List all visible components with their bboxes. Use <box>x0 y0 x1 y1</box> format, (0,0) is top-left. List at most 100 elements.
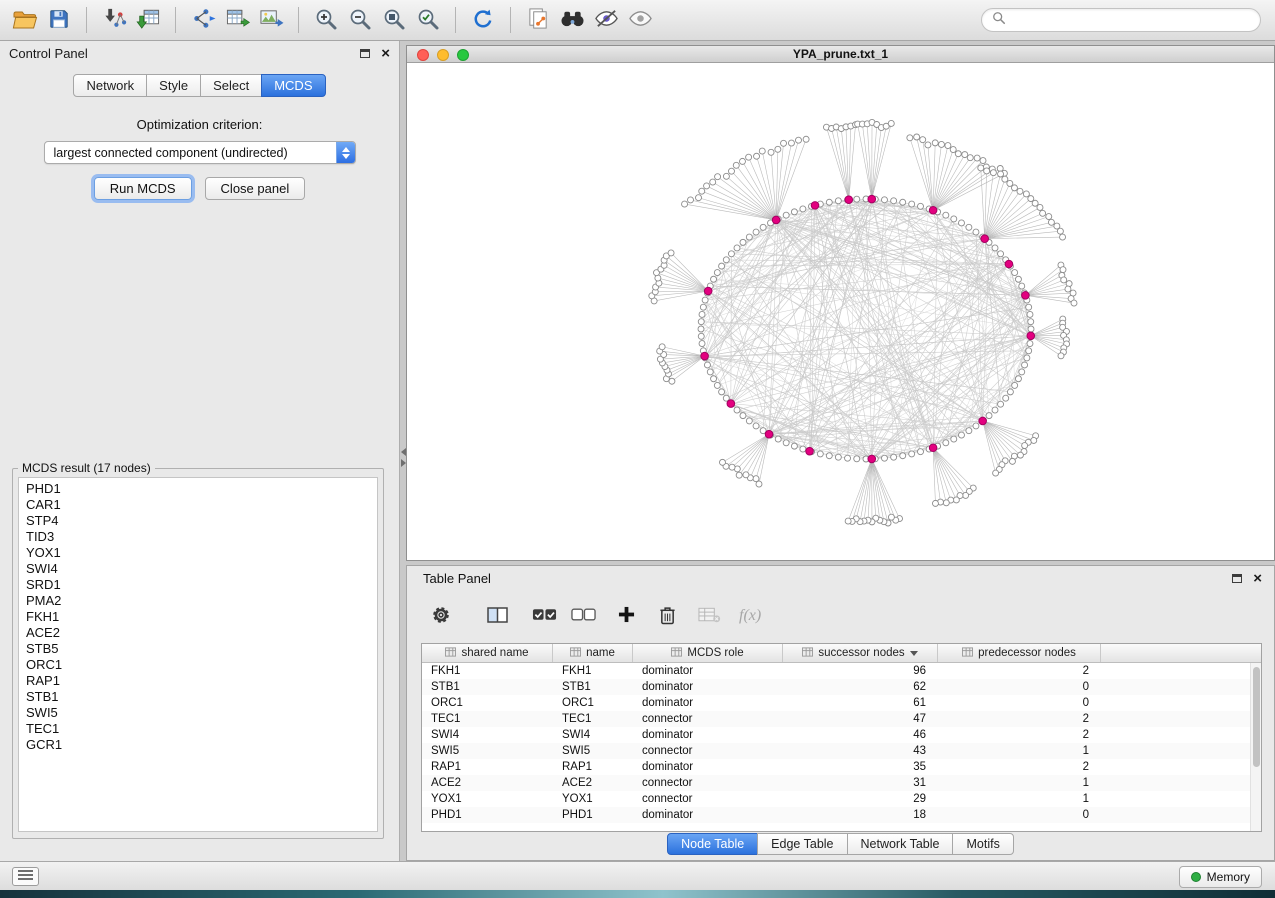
window-close-icon[interactable] <box>417 49 429 61</box>
table-tab-node-table[interactable]: Node Table <box>667 833 758 855</box>
mcds-result-item[interactable]: SRD1 <box>26 577 377 593</box>
memory-button[interactable]: Memory <box>1179 866 1262 888</box>
mcds-result-item[interactable]: YOX1 <box>26 545 377 561</box>
add-column-button[interactable] <box>614 602 639 630</box>
mcds-result-item[interactable]: ACE2 <box>26 625 377 641</box>
cell-shared_name: FKH1 <box>422 663 553 679</box>
table-row[interactable]: YOX1YOX1connector291 <box>422 791 1250 807</box>
save-button[interactable] <box>42 5 76 35</box>
table-row[interactable]: ORC1ORC1dominator610 <box>422 695 1250 711</box>
zoom-fit-icon <box>382 7 406 34</box>
criterion-dropdown[interactable]: largest connected component (undirected) <box>44 141 356 164</box>
zoom-selected-button[interactable] <box>411 5 445 35</box>
table-row[interactable]: FKH1FKH1dominator962 <box>422 663 1250 679</box>
mcds-result-item[interactable]: PMA2 <box>26 593 377 609</box>
window-zoom-icon[interactable] <box>457 49 469 61</box>
column-header-successors[interactable]: successor nodes <box>783 644 938 662</box>
search-input[interactable] <box>1012 12 1250 28</box>
open-file-button[interactable] <box>8 5 42 35</box>
cell-role: connector <box>633 711 783 727</box>
column-header-predecessors[interactable]: predecessor nodes <box>938 644 1101 662</box>
mcds-result-item[interactable]: TID3 <box>26 529 377 545</box>
float-table-panel-icon[interactable] <box>1232 574 1242 583</box>
table-settings-button[interactable] <box>427 601 455 632</box>
column-header-role[interactable]: MCDS role <box>633 644 783 662</box>
network-window-titlebar[interactable]: YPA_prune.txt_1 <box>407 46 1274 63</box>
close-table-panel-icon[interactable]: × <box>1253 571 1262 586</box>
export-image-button[interactable] <box>254 5 288 35</box>
cell-role: connector <box>633 743 783 759</box>
cell-successors: 96 <box>783 663 938 679</box>
main-toolbar <box>0 0 1275 41</box>
table-row[interactable]: PHD1PHD1dominator180 <box>422 807 1250 823</box>
zoom-in-button[interactable] <box>309 5 343 35</box>
cell-successors: 35 <box>783 759 938 775</box>
mcds-result-item[interactable]: CAR1 <box>26 497 377 513</box>
column-header-shared_name[interactable]: shared name <box>422 644 553 662</box>
window-minimize-icon[interactable] <box>437 49 449 61</box>
mcds-result-item[interactable]: ORC1 <box>26 657 377 673</box>
tab-mcds[interactable]: MCDS <box>261 74 325 97</box>
export-table-button[interactable] <box>220 5 254 35</box>
table-row[interactable]: STB1STB1dominator620 <box>422 679 1250 695</box>
cell-predecessors: 2 <box>938 711 1101 727</box>
import-table-button[interactable] <box>131 5 165 35</box>
import-network-button[interactable] <box>97 5 131 35</box>
table-tab-motifs[interactable]: Motifs <box>952 833 1013 855</box>
table-row[interactable]: TEC1TEC1connector472 <box>422 711 1250 727</box>
refresh-button[interactable] <box>466 5 500 35</box>
panel-menu-button[interactable] <box>12 867 39 886</box>
deselect-all-button[interactable] <box>567 603 600 630</box>
cell-successors: 47 <box>783 711 938 727</box>
mcds-result-item[interactable]: RAP1 <box>26 673 377 689</box>
first-neighbors-button[interactable] <box>555 5 589 35</box>
table-row[interactable]: SWI5SWI5connector431 <box>422 743 1250 759</box>
table-scrollbar-thumb[interactable] <box>1253 667 1260 767</box>
select-all-button[interactable] <box>528 603 561 630</box>
network-canvas[interactable] <box>407 63 1274 560</box>
close-mcds-panel-button[interactable]: Close panel <box>205 177 306 200</box>
zoom-out-icon <box>348 7 372 34</box>
tab-network[interactable]: Network <box>73 74 147 97</box>
export-network-button[interactable] <box>186 5 220 35</box>
table-row[interactable]: SWI4SWI4dominator462 <box>422 727 1250 743</box>
close-panel-icon[interactable]: × <box>381 46 390 61</box>
sort-indicator-icon <box>910 647 918 659</box>
column-header-name[interactable]: name <box>553 644 633 662</box>
mcds-result-item[interactable]: PHD1 <box>26 481 377 497</box>
table-scrollbar[interactable] <box>1250 663 1261 831</box>
column-header-label: shared name <box>461 647 528 659</box>
table-row[interactable]: RAP1RAP1dominator352 <box>422 759 1250 775</box>
mcds-result-item[interactable]: TEC1 <box>26 721 377 737</box>
table-row[interactable]: ACE2ACE2connector311 <box>422 775 1250 791</box>
mcds-result-item[interactable]: FKH1 <box>26 609 377 625</box>
run-mcds-button[interactable]: Run MCDS <box>94 177 192 200</box>
clone-network-button[interactable] <box>521 5 555 35</box>
hide-selected-button[interactable] <box>589 5 623 35</box>
fx-icon: f(x) <box>739 607 761 625</box>
tab-select[interactable]: Select <box>200 74 262 97</box>
mcds-result-item[interactable]: STB1 <box>26 689 377 705</box>
mcds-result-item[interactable]: GCR1 <box>26 737 377 753</box>
clone-document-icon <box>527 7 550 33</box>
tab-style[interactable]: Style <box>146 74 201 97</box>
mcds-result-item[interactable]: SWI5 <box>26 705 377 721</box>
function-builder-button: f(x) <box>735 603 765 629</box>
cytoscape-app: Control Panel × NetworkStyleSelectMCDS O… <box>0 0 1275 890</box>
delete-column-button[interactable] <box>655 601 680 632</box>
mcds-result-item[interactable]: STB5 <box>26 641 377 657</box>
mcds-result-item[interactable]: SWI4 <box>26 561 377 577</box>
network-graph[interactable] <box>407 63 1274 560</box>
zoom-out-button[interactable] <box>343 5 377 35</box>
table-tab-network-table[interactable]: Network Table <box>847 833 954 855</box>
search-box[interactable] <box>981 8 1261 32</box>
column-header-label: predecessor nodes <box>978 647 1076 659</box>
show-columns-button[interactable] <box>483 602 512 631</box>
float-panel-icon[interactable] <box>360 49 370 58</box>
table-tab-edge-table[interactable]: Edge Table <box>757 833 847 855</box>
show-all-button[interactable] <box>623 5 657 35</box>
mcds-result-item[interactable]: STP4 <box>26 513 377 529</box>
control-panel-tabs: NetworkStyleSelectMCDS <box>0 74 399 97</box>
zoom-fit-button[interactable] <box>377 5 411 35</box>
cell-role: dominator <box>633 759 783 775</box>
